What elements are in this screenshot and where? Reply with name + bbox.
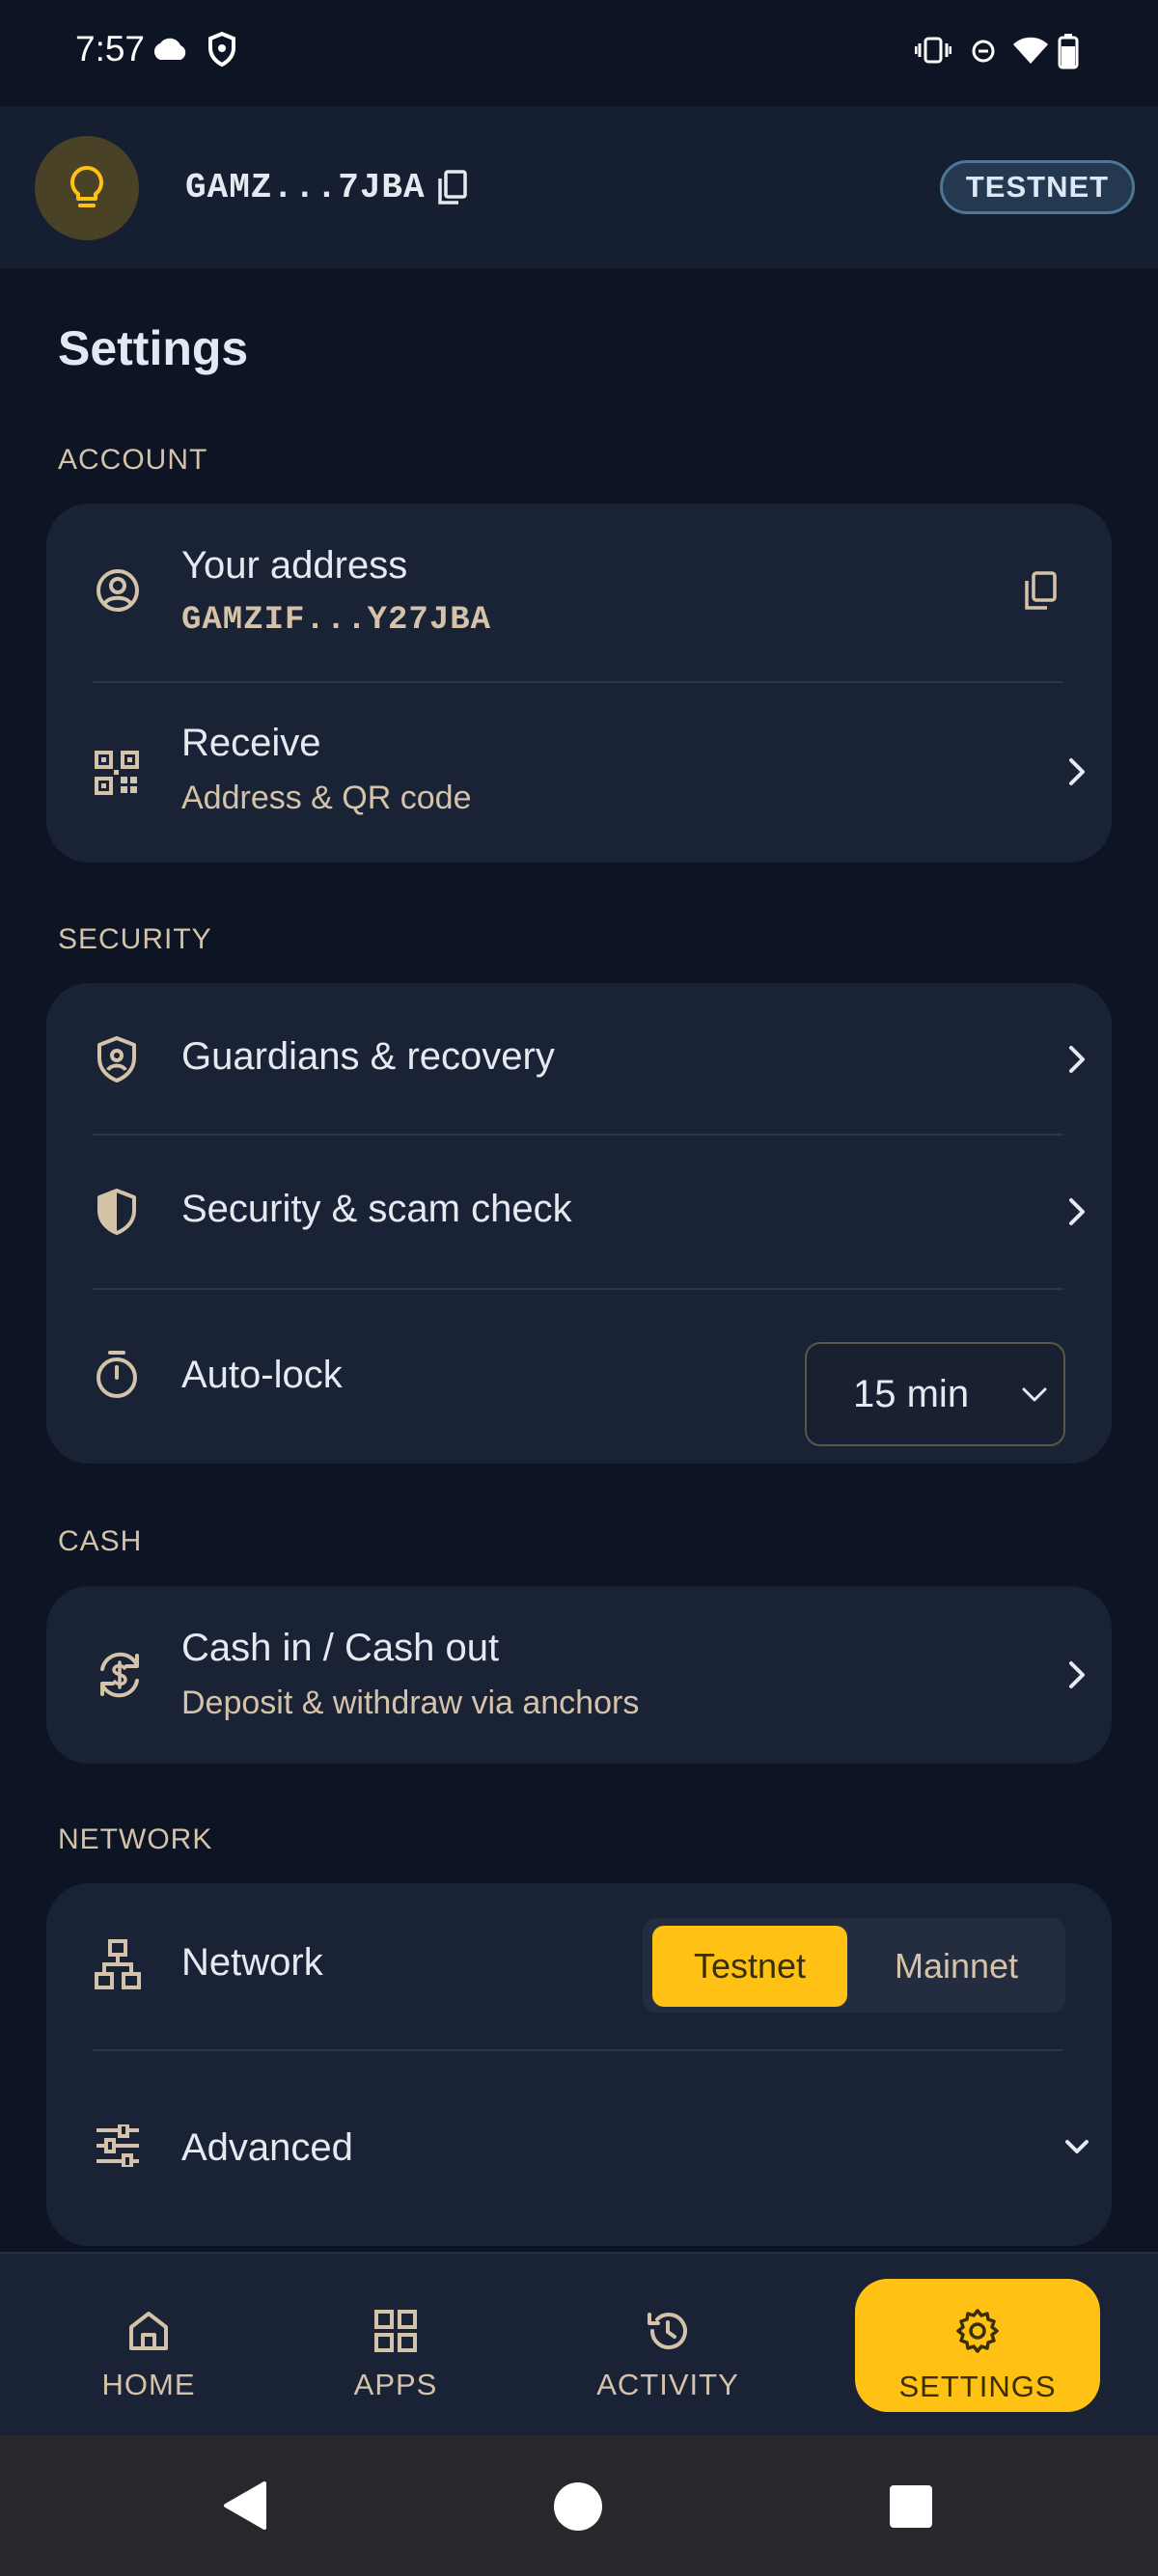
cash-in-out-title: Cash in / Cash out <box>181 1627 500 1669</box>
your-address-row[interactable]: Your address GAMZIF...Y27JBA <box>46 504 1112 681</box>
cash-in-out-row[interactable]: Cash in / Cash out Deposit & withdraw vi… <box>46 1586 1112 1764</box>
auto-lock-select[interactable]: 15 min <box>805 1342 1065 1446</box>
network-card: Network Testnet Mainnet Advanced <box>46 1883 1112 2246</box>
shield-status-icon <box>208 31 235 68</box>
bottom-nav: HOME APPS ACTIVITY SETTINGS <box>0 2252 1158 2435</box>
qr-code-icon <box>95 751 139 795</box>
chevron-right-icon <box>1069 758 1085 785</box>
guardians-title: Guardians & recovery <box>181 1035 555 1078</box>
shield-half-icon <box>97 1189 136 1235</box>
receive-title: Receive <box>181 722 321 764</box>
status-bar: 7:57 <box>0 0 1158 106</box>
dnd-icon <box>972 40 995 63</box>
cloud-icon <box>153 38 186 60</box>
nav-apps-label: APPS <box>353 2368 438 2401</box>
your-address-title: Your address <box>181 544 408 587</box>
network-toggle: Testnet Mainnet <box>643 1918 1065 2013</box>
grid-icon <box>374 2310 417 2352</box>
home-button-icon[interactable] <box>553 2481 603 2532</box>
back-icon[interactable] <box>220 2480 268 2532</box>
nav-apps[interactable]: APPS <box>318 2283 473 2414</box>
nav-settings[interactable]: SETTINGS <box>855 2279 1100 2412</box>
cash-card: Cash in / Cash out Deposit & withdraw vi… <box>46 1586 1112 1764</box>
section-label-cash: CASH <box>58 1525 143 1557</box>
section-label-account: ACCOUNT <box>58 444 208 476</box>
system-navigation-bar <box>0 2435 1158 2576</box>
scam-check-row[interactable]: Security & scam check <box>46 1136 1112 1288</box>
receive-row[interactable]: Receive Address & QR code <box>46 683 1112 863</box>
chevron-down-icon <box>1065 2140 1089 2153</box>
account-card: Your address GAMZIF...Y27JBA Receive Add… <box>46 504 1112 863</box>
vibrate-icon <box>915 37 951 64</box>
status-time: 7:57 <box>75 29 146 69</box>
user-circle-icon <box>96 569 139 612</box>
timer-icon <box>96 1351 137 1398</box>
network-tree-icon <box>95 1939 141 1989</box>
auto-lock-row: Auto-lock 15 min <box>46 1290 1112 1464</box>
currency-exchange-icon <box>100 1652 139 1698</box>
network-option-mainnet[interactable]: Mainnet <box>857 1926 1056 2007</box>
section-label-network: NETWORK <box>58 1823 213 1855</box>
avatar[interactable] <box>35 136 139 240</box>
lightbulb-icon <box>70 166 103 207</box>
recents-icon[interactable] <box>888 2483 934 2530</box>
scam-check-title: Security & scam check <box>181 1188 572 1230</box>
page-title: Settings <box>58 321 249 375</box>
account-address-short: GAMZ...7JBA <box>185 168 426 207</box>
guardians-row[interactable]: Guardians & recovery <box>46 983 1112 1136</box>
chevron-right-icon <box>1069 1661 1085 1688</box>
chevron-right-icon <box>1069 1198 1085 1225</box>
home-icon <box>129 2312 168 2350</box>
copy-address-icon[interactable] <box>1023 571 1058 612</box>
nav-home[interactable]: HOME <box>71 2283 226 2414</box>
app-header: GAMZ...7JBA TESTNET <box>0 106 1158 268</box>
network-row: Network Testnet Mainnet <box>46 1883 1112 2049</box>
nav-activity-label: ACTIVITY <box>596 2368 739 2401</box>
chevron-right-icon <box>1069 1046 1085 1073</box>
advanced-row[interactable]: Advanced <box>46 2051 1112 2246</box>
network-option-testnet[interactable]: Testnet <box>652 1926 847 2007</box>
cash-in-out-subtitle: Deposit & withdraw via anchors <box>181 1685 640 1721</box>
advanced-title: Advanced <box>181 2126 353 2169</box>
shield-user-icon <box>97 1036 136 1082</box>
your-address-value: GAMZIF...Y27JBA <box>181 602 492 639</box>
network-badge[interactable]: TESTNET <box>940 160 1135 214</box>
sliders-icon <box>96 2124 139 2167</box>
battery-icon <box>1058 34 1079 69</box>
auto-lock-title: Auto-lock <box>181 1354 343 1396</box>
wifi-icon <box>1013 37 1048 64</box>
network-title: Network <box>181 1941 323 1984</box>
copy-icon[interactable] <box>436 170 469 206</box>
gear-icon <box>956 2309 999 2353</box>
chevron-down-icon <box>1022 1387 1047 1402</box>
receive-subtitle: Address & QR code <box>181 780 472 816</box>
nav-activity[interactable]: ACTIVITY <box>571 2283 764 2414</box>
auto-lock-value: 15 min <box>853 1373 970 1415</box>
nav-settings-label: SETTINGS <box>898 2370 1057 2403</box>
section-label-security: SECURITY <box>58 923 212 955</box>
security-card: Guardians & recovery Security & scam che… <box>46 983 1112 1464</box>
history-icon <box>648 2313 687 2350</box>
nav-home-label: HOME <box>101 2368 196 2401</box>
